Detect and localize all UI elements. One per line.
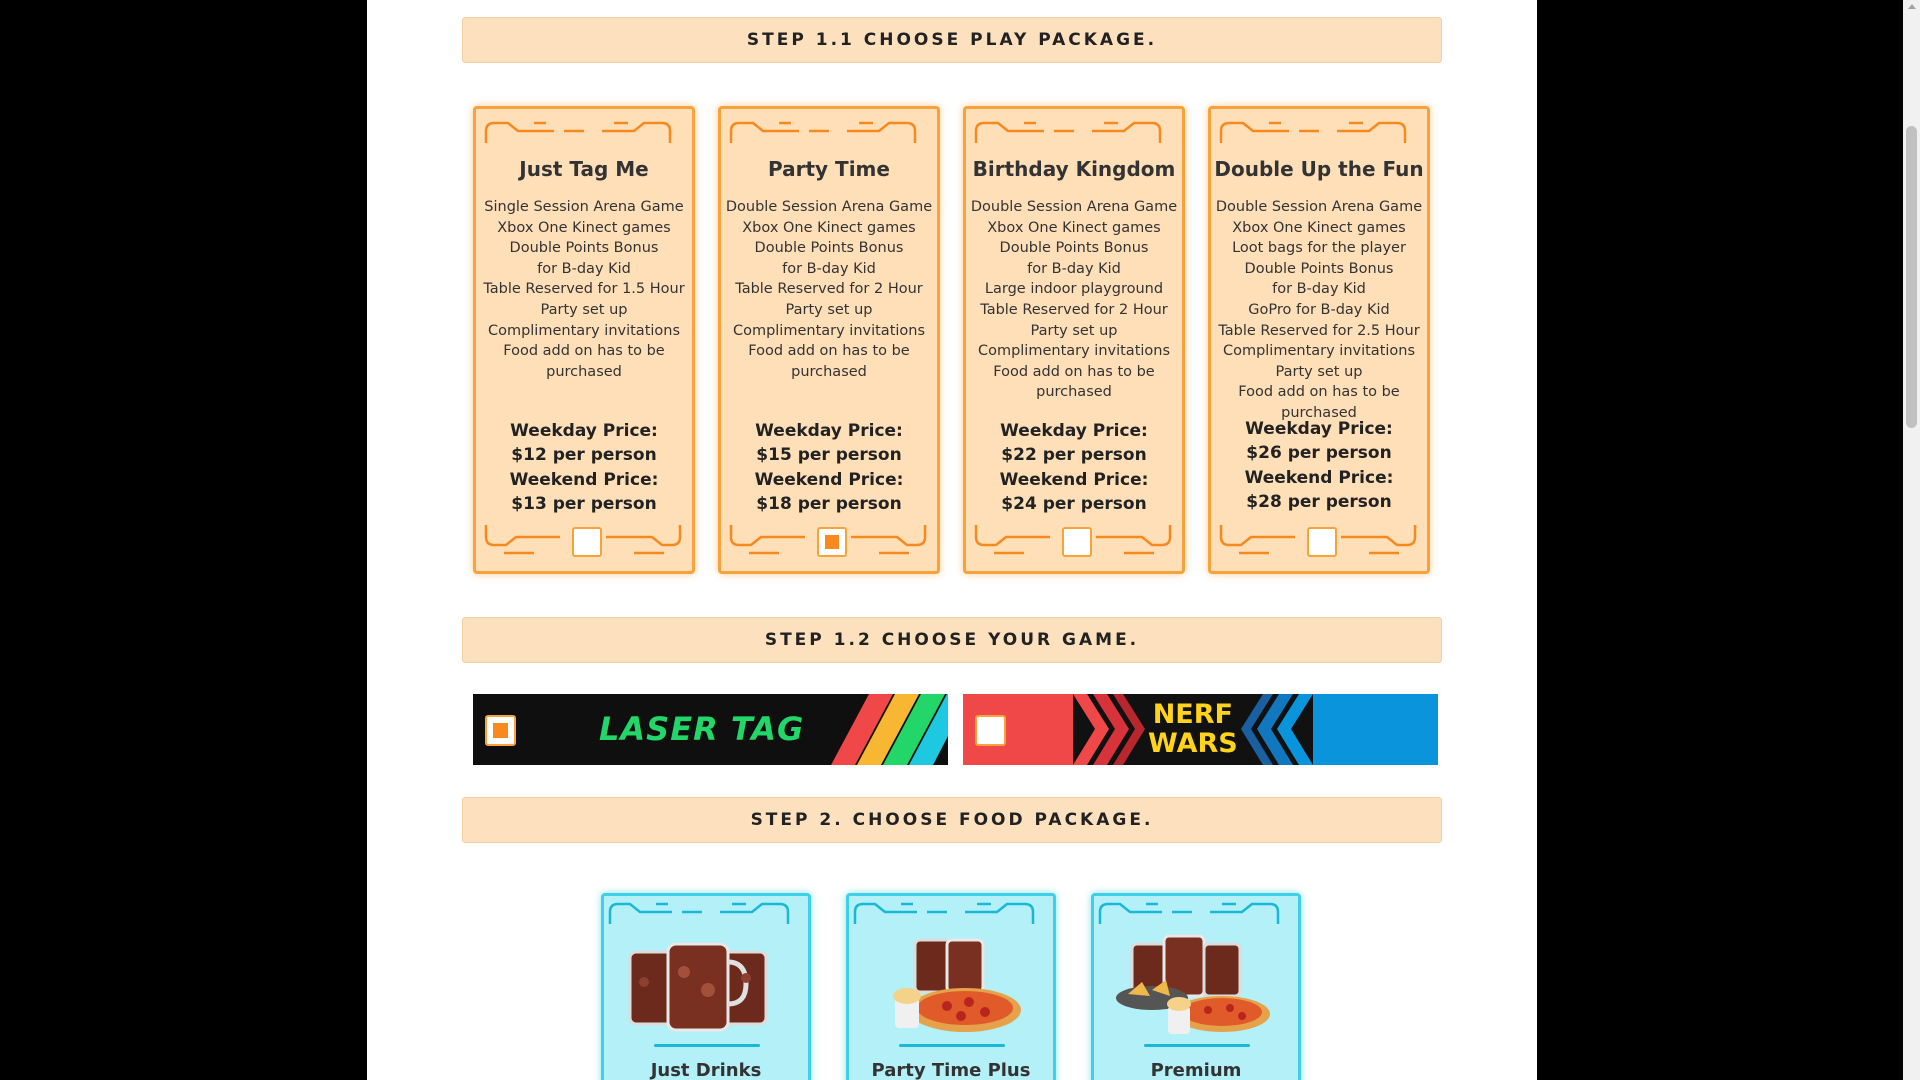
weekday-price: $26 per person [1246,443,1392,464]
weekday-label: Weekday Price: [755,421,903,441]
package-title: Party Time [768,157,890,181]
pizza-and-drinks-image [893,938,1021,1032]
play-package-card[interactable]: Just Tag Me Single Session Arena Game Xb… [473,106,695,574]
nerf-wars-label: NERF WARS [1148,700,1238,758]
divider [899,1044,1005,1047]
package-title: Double Up the Fun [1214,157,1424,181]
scroll-up-arrow-icon[interactable] [1908,4,1916,9]
circuit-decoration-icon [1098,902,1280,924]
weekend-price: $28 per person [1246,492,1392,513]
nerf-line-1: NERF [1152,699,1233,730]
red-chevrons-icon [1073,694,1145,765]
weekend-label: Weekend Price: [1244,467,1394,488]
package-features: Single Session Arena Game Xbox One Kinec… [483,199,685,380]
weekend-price: $18 per person [756,494,902,515]
divider [1144,1044,1250,1047]
package-features: Double Session Arena Game Xbox One Kinec… [725,199,933,380]
package-checkbox[interactable] [1062,527,1092,557]
play-package-card[interactable]: Birthday Kingdom Double Session Arena Ga… [963,106,1185,574]
weekend-label: Weekend Price: [754,469,904,490]
food-package-title: Premium [1150,1060,1242,1080]
package-features: Double Session Arena Game Xbox One Kinec… [970,199,1178,401]
game-checkbox[interactable] [485,715,516,746]
package-features: Double Session Arena Game Xbox One Kinec… [1215,199,1423,421]
step-2-header: STEP 2. CHOOSE FOOD PACKAGE. [462,797,1442,843]
divider [654,1044,760,1047]
play-package-card[interactable]: Party Time Double Session Arena Game Xbo… [718,106,940,574]
food-package-card[interactable]: Just Drinks [601,893,811,1080]
weekend-price: $13 per person [511,494,657,515]
blue-chevrons-icon [1241,694,1313,765]
weekday-label: Weekday Price: [1245,419,1393,439]
food-package-card[interactable]: Party Time Plus [846,893,1056,1080]
booking-page: STEP 1.1 CHOOSE PLAY PACKAGE. Just Tag M… [367,0,1537,1080]
game-checkbox[interactable] [975,715,1006,746]
scrollbar-thumb[interactable] [1906,126,1917,428]
play-package-card[interactable]: Double Up the Fun Double Session Arena G… [1208,106,1430,574]
circuit-decoration-icon [853,902,1035,924]
rainbow-stripes-icon [831,694,948,765]
step-1-1-header: STEP 1.1 CHOOSE PLAY PACKAGE. [462,17,1442,63]
package-checkbox[interactable] [572,527,602,557]
circuit-decoration-icon [484,121,672,143]
weekday-price: $12 per person [511,445,657,466]
food-package-title: Just Drinks [650,1060,762,1080]
package-price: Weekday Price: $15 per person Weekend Pr… [721,419,937,517]
package-checkbox[interactable] [1307,527,1337,557]
step-1-2-header: STEP 1.2 CHOOSE YOUR GAME. [462,617,1442,663]
package-price: Weekday Price: $12 per person Weekend Pr… [476,419,692,517]
circuit-decoration-icon [1219,121,1407,143]
weekend-price: $24 per person [1001,494,1147,515]
game-option-nerf-wars[interactable]: NERF WARS [963,694,1438,765]
weekday-label: Weekday Price: [1000,421,1148,441]
package-checkbox[interactable] [817,527,847,557]
package-price: Weekday Price: $26 per person Weekend Pr… [1211,417,1427,515]
circuit-decoration-icon [729,121,917,143]
weekend-label: Weekend Price: [509,469,659,490]
food-package-title: Party Time Plus [871,1060,1031,1080]
food-package-card[interactable]: Premium [1091,893,1301,1080]
premium-food-image [1116,934,1270,1034]
weekday-label: Weekday Price: [510,421,658,441]
laser-tag-label: LASER TAG [599,710,805,748]
weekday-price: $15 per person [756,445,902,466]
package-title: Birthday Kingdom [972,157,1176,181]
weekend-label: Weekend Price: [999,469,1149,490]
package-price: Weekday Price: $22 per person Weekend Pr… [966,419,1182,517]
package-title: Just Tag Me [519,157,649,181]
nerf-line-2: WARS [1148,728,1238,759]
game-option-laser-tag[interactable]: LASER TAG [473,694,948,765]
weekday-price: $22 per person [1001,445,1147,466]
circuit-decoration-icon [608,902,790,924]
drink-pitchers-image [628,942,768,1032]
circuit-decoration-icon [974,121,1162,143]
page-scrollbar[interactable] [1903,0,1920,1080]
